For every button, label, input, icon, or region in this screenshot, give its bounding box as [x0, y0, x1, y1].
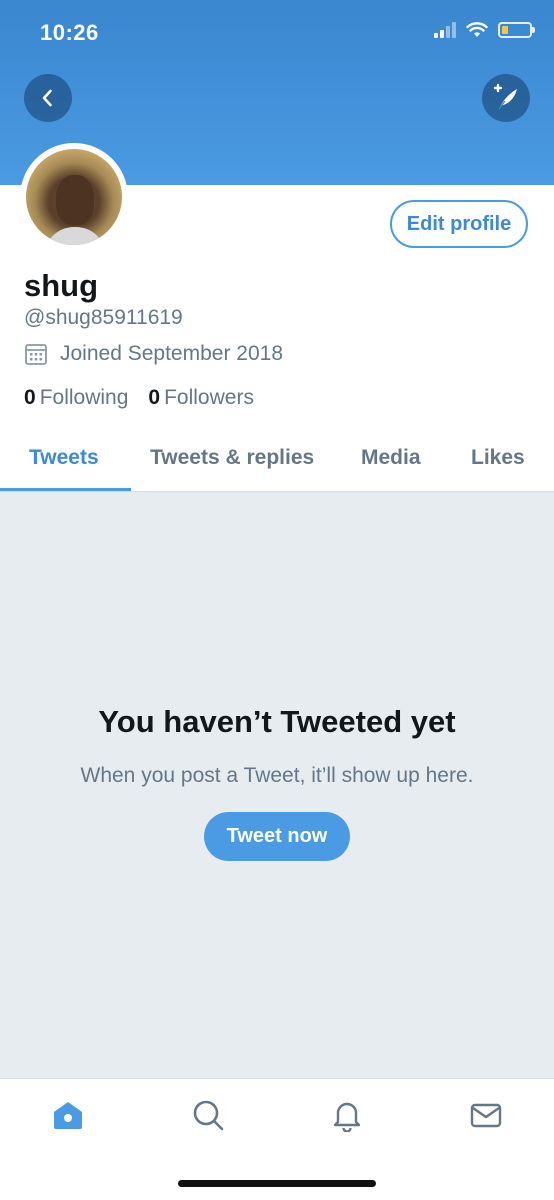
- edit-profile-button[interactable]: Edit profile: [390, 200, 528, 248]
- back-button[interactable]: [24, 74, 72, 122]
- status-time: 10:26: [40, 20, 99, 45]
- notifications-bell-icon: [333, 1102, 361, 1132]
- signal-icon: [434, 22, 456, 38]
- wifi-icon: [466, 22, 488, 37]
- avatar-photo: [26, 149, 122, 245]
- avatar[interactable]: [20, 143, 128, 251]
- search-icon: [193, 1100, 224, 1131]
- followers-link[interactable]: 0 Followers: [148, 386, 254, 410]
- home-indicator[interactable]: [178, 1180, 376, 1187]
- empty-state-title: You haven’t Tweeted yet: [98, 704, 456, 739]
- status-icons: [434, 22, 535, 38]
- tab-media[interactable]: Media: [361, 446, 421, 470]
- followers-count: 0: [148, 386, 161, 409]
- following-count: 0: [24, 386, 36, 409]
- followers-label: Followers: [164, 386, 254, 409]
- home-tab[interactable]: [50, 1097, 86, 1133]
- joined-date: Joined September 2018: [24, 342, 283, 366]
- tweets-feed: You haven’t Tweeted yet When you post a …: [0, 492, 554, 1078]
- messages-tab[interactable]: [468, 1097, 504, 1133]
- tab-tweets-replies[interactable]: Tweets & replies: [150, 446, 314, 470]
- tab-tweets[interactable]: Tweets: [29, 446, 99, 470]
- compose-feather-icon: [493, 83, 517, 110]
- profile-name: shug: [24, 268, 99, 303]
- profile-tabs: Tweets Tweets & replies Media Likes: [0, 430, 554, 492]
- profile-handle: @shug85911619: [24, 306, 183, 329]
- empty-state-subtitle: When you post a Tweet, it’ll show up her…: [80, 764, 474, 787]
- active-tab-indicator: [0, 488, 131, 491]
- tweet-now-button[interactable]: Tweet now: [204, 812, 350, 861]
- calendar-icon: [25, 344, 47, 365]
- following-label: Following: [39, 386, 129, 409]
- messages-envelope-icon: [470, 1103, 502, 1128]
- following-link[interactable]: 0 Following: [24, 386, 128, 410]
- home-icon: [54, 1102, 82, 1129]
- tab-likes[interactable]: Likes: [471, 446, 525, 470]
- chevron-left-icon: [42, 89, 52, 107]
- joined-label: Joined September 2018: [60, 342, 283, 365]
- notifications-tab[interactable]: [329, 1097, 365, 1133]
- compose-tweet-button[interactable]: [482, 74, 530, 122]
- follow-stats: 0 Following 0 Followers: [24, 386, 254, 410]
- status-bar: 10:26: [0, 0, 554, 60]
- search-tab[interactable]: [190, 1097, 226, 1133]
- battery-icon: [498, 22, 535, 38]
